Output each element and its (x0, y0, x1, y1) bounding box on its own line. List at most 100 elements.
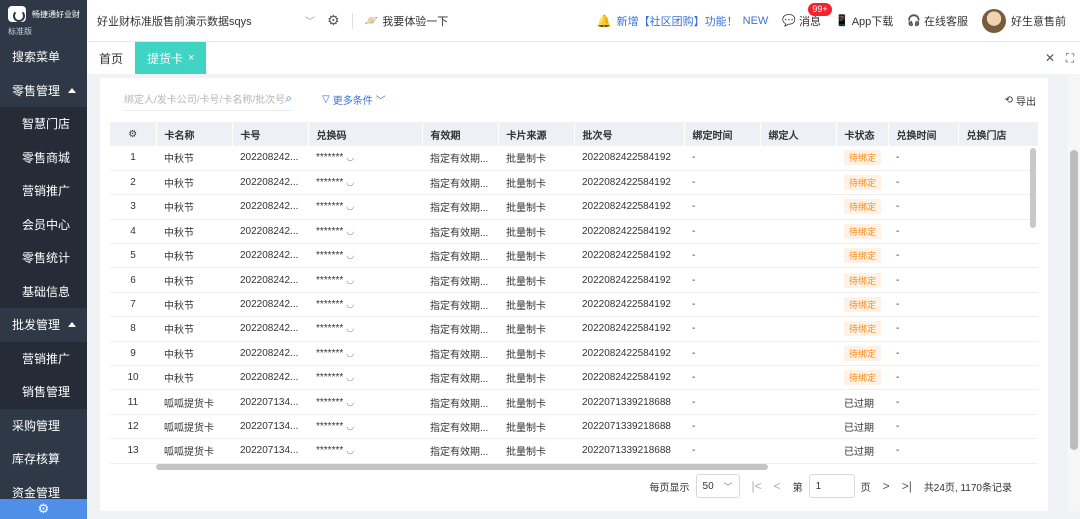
more-conditions-button[interactable]: ▽ 更多条件 ﹀ (322, 92, 386, 107)
next-page-icon[interactable]: > (883, 479, 890, 493)
eye-closed-icon[interactable]: ◡ (346, 299, 354, 309)
message-badge: 99+ (808, 2, 832, 16)
redeem-code: ******* (316, 152, 344, 164)
eye-closed-icon[interactable]: ◡ (346, 177, 354, 187)
cell-code: ******* ◡ (308, 146, 422, 171)
column-settings-gear-icon[interactable]: ⚙ (110, 122, 157, 146)
logo-name: 畅捷通好业财 (32, 9, 80, 19)
cell-idx: 11 (110, 389, 156, 415)
table-row[interactable]: 9 中秋节 202208242... ******* ◡ 指定有效期... 批量制卡 2022… (110, 341, 1038, 367)
messages-button[interactable]: 💬 消息 99+ (782, 2, 832, 29)
sidebar-item-12[interactable]: 库存核算 (0, 442, 87, 476)
eye-closed-icon[interactable]: ◡ (346, 372, 354, 382)
close-all-icon[interactable]: ✕ (1040, 51, 1060, 65)
cell-idx: 2 (110, 170, 156, 196)
caret-up-icon[interactable] (68, 322, 77, 328)
sidebar-item-5[interactable]: 会员中心 (0, 207, 87, 241)
export-icon: ⟲ (1004, 95, 1013, 106)
sidebar-item-6[interactable]: 零售统计 (0, 241, 87, 275)
cell-batch: 2022071339218688 (574, 389, 684, 415)
gear-icon[interactable]: ⚙ (327, 12, 340, 29)
service-label: 在线客服 (924, 15, 968, 28)
search-input[interactable]: 绑定人/发卡公司/卡号/卡名称/批次号 ⌕ (124, 87, 292, 111)
store-selector[interactable]: 好业财标准版售前演示数据sqys ﹀ (97, 13, 315, 29)
table-row[interactable]: 6 中秋节 202208242... ******* ◡ 指定有效期... 批量制卡 2022… (110, 267, 1038, 293)
eye-closed-icon[interactable]: ◡ (346, 445, 354, 455)
sidebar-item-1[interactable]: 零售管理 (0, 73, 87, 107)
eye-closed-icon[interactable]: ◡ (346, 250, 354, 260)
cell-source: 批量制卡 (498, 146, 574, 171)
app-download-button[interactable]: 📱 App下载 (835, 13, 893, 29)
eye-closed-icon[interactable]: ◡ (346, 323, 354, 333)
page-size-select[interactable]: 50 ﹀ (695, 474, 740, 498)
tab-pickup-card[interactable]: 提货卡 × (135, 42, 207, 74)
horizontal-scrollbar[interactable] (156, 464, 768, 470)
caret-up-icon[interactable] (68, 87, 77, 93)
sidebar-item-7[interactable]: 基础信息 (0, 274, 87, 308)
sidebar-item-10[interactable]: 销售管理 (0, 375, 87, 409)
eye-closed-icon[interactable]: ◡ (346, 152, 354, 162)
table-row[interactable]: 13 呱呱提货卡 202207134... ******* ◡ 指定有效期... 批量制卡 2… (110, 438, 1038, 464)
cell-validity: 指定有效期... (422, 219, 498, 245)
logo[interactable]: 畅捷通好业财 标准版 (0, 0, 87, 40)
eye-closed-icon[interactable]: ◡ (346, 226, 354, 236)
first-page-icon[interactable]: |< (752, 479, 762, 493)
status-badge: 待绑定 (844, 321, 882, 337)
sidebar-item-9[interactable]: 营销推广 (0, 341, 87, 375)
cell-code: ******* ◡ (308, 194, 422, 220)
table-row[interactable]: 8 中秋节 202208242... ******* ◡ 指定有效期... 批量制卡 2022… (110, 316, 1038, 342)
redeem-code: ******* (316, 299, 344, 311)
sidebar-item-2[interactable]: 智慧门店 (0, 107, 87, 141)
sidebar-item-8[interactable]: 批发管理 (0, 308, 87, 342)
close-icon[interactable]: × (188, 52, 194, 64)
notice-link[interactable]: 🔔 新增【社区团购】功能！ NEW (597, 13, 769, 29)
table-row[interactable]: 2 中秋节 202208242... ******* ◡ 指定有效期... 批量制卡 2022… (110, 170, 1038, 196)
sidebar-item-4[interactable]: 营销推广 (0, 174, 87, 208)
sidebar-item-11[interactable]: 采购管理 (0, 408, 87, 442)
eye-closed-icon[interactable]: ◡ (346, 421, 354, 431)
page-number-input[interactable]: 1 (808, 474, 855, 498)
cell-store (958, 243, 1038, 269)
settings-gear-icon[interactable]: ⚙ (0, 499, 87, 519)
export-button[interactable]: ⟲ 导出 (1005, 93, 1036, 108)
cell-store (958, 267, 1038, 293)
table-row[interactable]: 12 呱呱提货卡 202207134... ******* ◡ 指定有效期... 批量制卡 2… (110, 414, 1038, 440)
eye-closed-icon[interactable]: ◡ (346, 201, 354, 211)
table-vertical-scrollbar[interactable] (1030, 148, 1036, 228)
cell-source: 批量制卡 (498, 316, 574, 342)
eye-closed-icon[interactable]: ◡ (346, 397, 354, 407)
fullscreen-icon[interactable]: ⛶ (1060, 51, 1080, 66)
table-row[interactable]: 10 中秋节 202208242... ******* ◡ 指定有效期... 批量制卡 202… (110, 365, 1038, 391)
cell-store (958, 438, 1038, 464)
tab-home[interactable]: 首页 (87, 42, 135, 74)
cell-name: 中秋节 (156, 243, 232, 269)
cell-idx: 4 (110, 219, 156, 245)
search-icon[interactable]: ⌕ (285, 91, 292, 106)
column-header: 卡号 (232, 122, 309, 146)
cell-name: 中秋节 (156, 292, 232, 318)
online-service-button[interactable]: 🎧 在线客服 (907, 13, 968, 29)
sidebar-item-3[interactable]: 零售商城 (0, 140, 87, 174)
eye-closed-icon[interactable]: ◡ (346, 275, 354, 285)
cell-redeem-time: - (888, 438, 958, 464)
prev-page-icon[interactable]: < (774, 479, 781, 493)
logo-icon (8, 6, 26, 22)
table-row[interactable]: 1 中秋节 202208242... ******* ◡ 指定有效期... 批量制卡 2022… (110, 146, 1038, 171)
try-link[interactable]: 🪐 我要体验一下 (365, 13, 449, 29)
avatar[interactable] (982, 8, 1006, 33)
table-row[interactable]: 11 呱呱提货卡 202207134... ******* ◡ 指定有效期... 批量制卡 2… (110, 389, 1038, 415)
table-row[interactable]: 4 中秋节 202208242... ******* ◡ 指定有效期... 批量制卡 2022… (110, 219, 1038, 245)
cell-code: ******* ◡ (308, 414, 422, 440)
sidebar-item-0[interactable]: 搜索菜单 (0, 40, 87, 74)
cell-store (958, 219, 1038, 245)
last-page-icon[interactable]: >| (902, 479, 912, 493)
table-row[interactable]: 5 中秋节 202208242... ******* ◡ 指定有效期... 批量制卡 2022… (110, 243, 1038, 269)
table-row[interactable]: 3 中秋节 202208242... ******* ◡ 指定有效期... 批量制卡 2022… (110, 194, 1038, 220)
table-row[interactable]: 7 中秋节 202208242... ******* ◡ 指定有效期... 批量制卡 2022… (110, 292, 1038, 318)
user-name[interactable]: 好生意售前 (1011, 13, 1066, 29)
page-scrollbar-thumb[interactable] (1070, 150, 1078, 450)
cell-code: ******* ◡ (308, 267, 422, 293)
eye-closed-icon[interactable]: ◡ (346, 348, 354, 358)
status-badge: 已过期 (844, 422, 874, 434)
cell-batch: 2022082422584192 (574, 146, 684, 171)
